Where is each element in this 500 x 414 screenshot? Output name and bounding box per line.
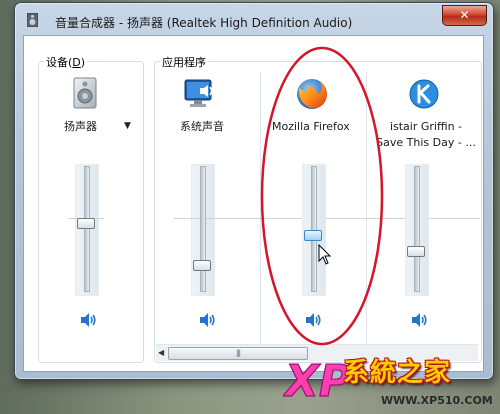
devices-group-label: 设备(D)	[44, 54, 88, 70]
annotation-ellipse	[260, 46, 384, 346]
device-dropdown-arrow[interactable]: ▼	[124, 121, 131, 131]
k-app-mute-speaker-icon[interactable]	[410, 312, 428, 328]
device-name[interactable]: 扬声器	[64, 119, 97, 135]
k-app-volume-thumb[interactable]	[407, 246, 425, 258]
k-app-volume-track[interactable]	[414, 166, 420, 292]
mixer-panel: 设备(D) 应用程序 扬声器 ▼ 系统声音 Mozilla Firefox is…	[23, 35, 484, 372]
channel-name-line2: Save This Day - ...	[376, 136, 476, 149]
close-button[interactable]: ✕	[442, 5, 487, 26]
applications-group-label: 应用程序	[160, 54, 208, 70]
scroll-left-arrow[interactable]: ◀	[158, 348, 164, 357]
channel-name-system-sounds: 系统声音	[180, 120, 224, 133]
svg-text:XP: XP	[283, 356, 351, 407]
system-sounds-mute-speaker-icon[interactable]	[198, 312, 216, 328]
volume-mixer-window: 音量合成器 - 扬声器 (Realtek High Definition Aud…	[14, 2, 494, 380]
k-app-icon	[409, 79, 439, 109]
watermark-site-name: 系統之家	[343, 358, 452, 388]
system-sounds-volume-thumb[interactable]	[193, 259, 211, 271]
window-title: 音量合成器 - 扬声器 (Realtek High Definition Aud…	[55, 16, 353, 30]
channel-name-line1: istair Griffin -	[389, 120, 463, 133]
watermark-url: WWW.XP510.COM	[381, 394, 493, 407]
device-volume-thumb[interactable]	[77, 217, 95, 229]
channel-name-k-app: istair Griffin - Save This Day - ...	[372, 119, 480, 151]
speaker-app-icon	[27, 13, 38, 27]
device-volume-track[interactable]	[84, 166, 90, 292]
device-mute-speaker-icon[interactable]	[79, 312, 97, 328]
title-bar[interactable]: 音量合成器 - 扬声器 (Realtek High Definition Aud…	[15, 3, 493, 35]
system-sounds-volume-track[interactable]	[200, 166, 206, 292]
site-watermark-logo: XP 系統之家 WWW.XP510.COM	[283, 350, 500, 414]
system-sounds-icon	[184, 79, 213, 107]
speaker-device-icon	[73, 77, 97, 109]
